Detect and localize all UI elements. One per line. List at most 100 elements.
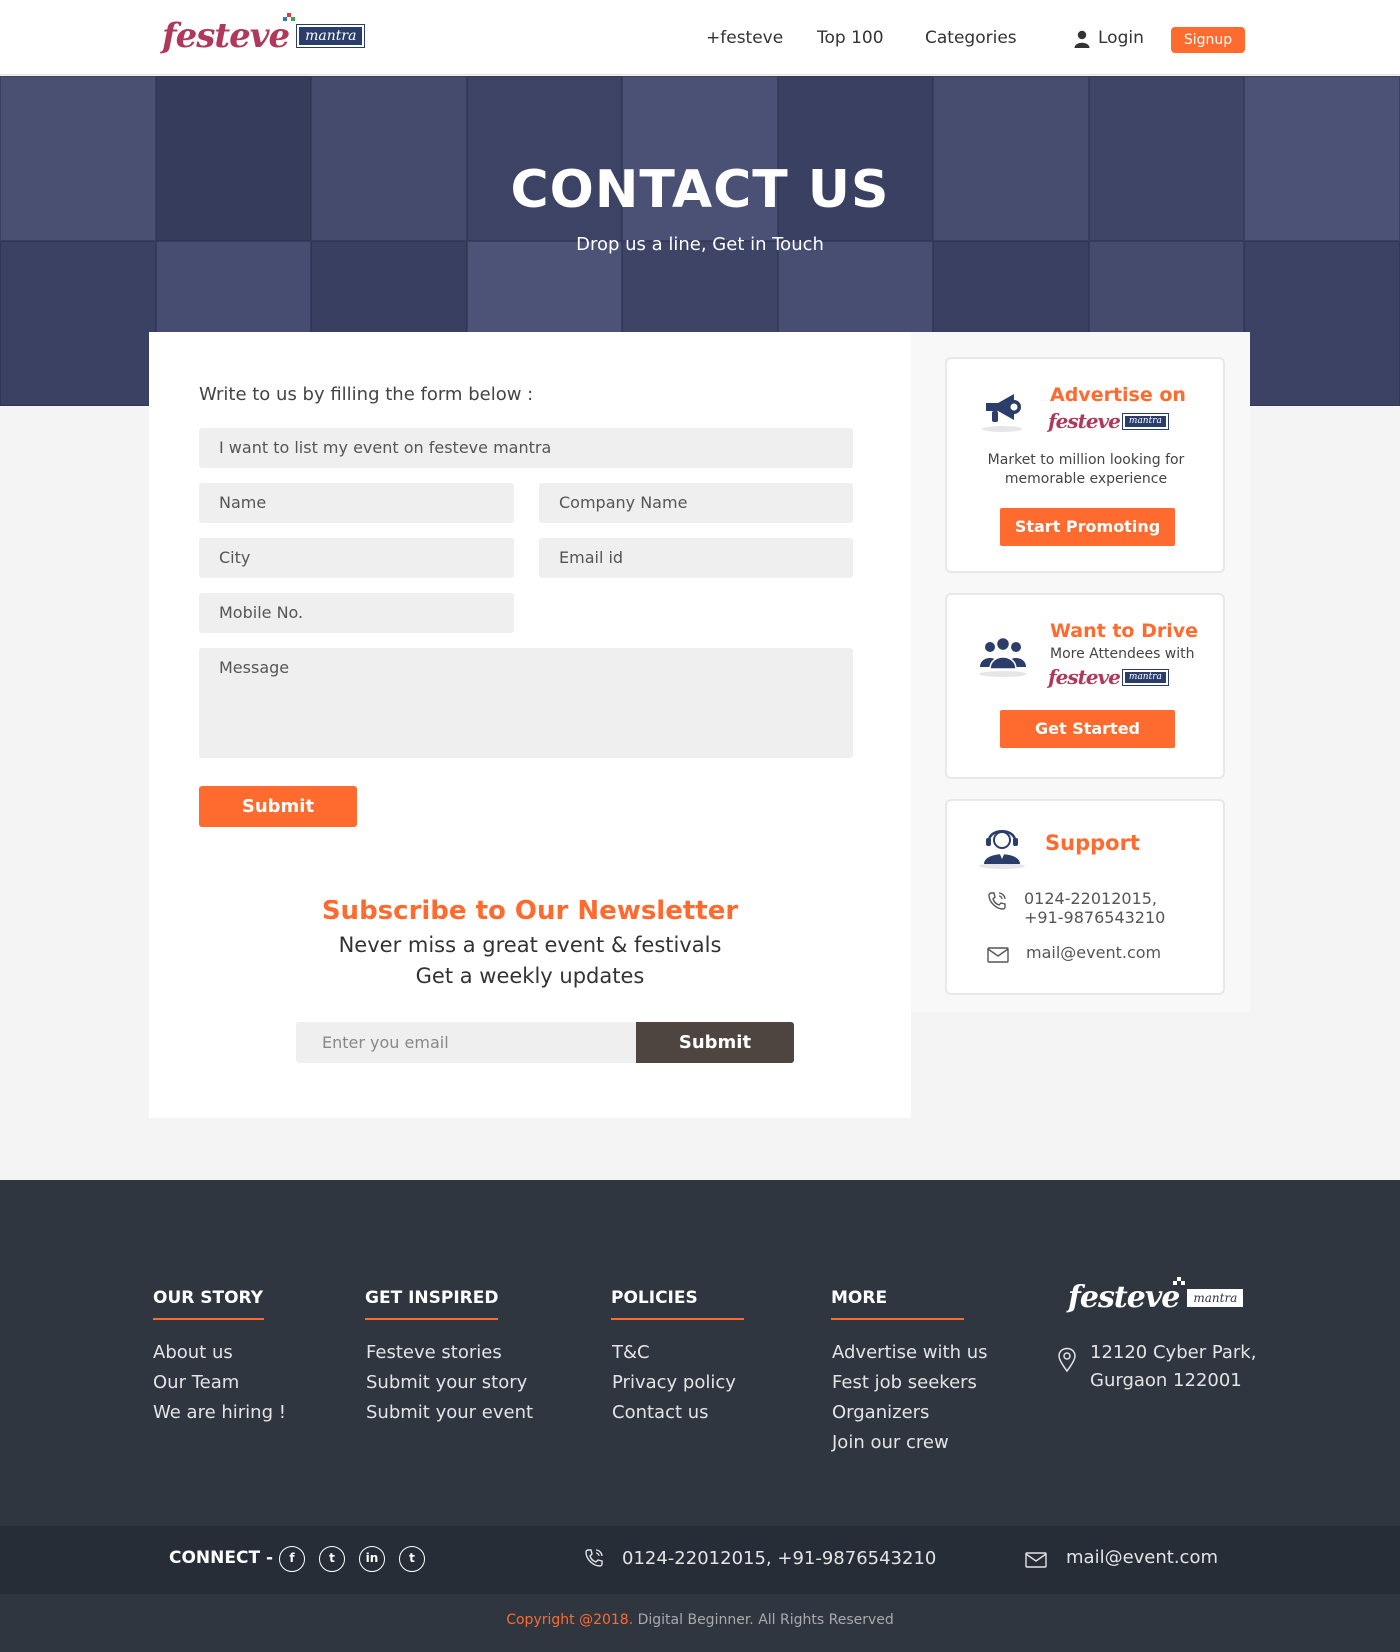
location-pin-icon bbox=[1058, 1347, 1076, 1373]
contact-form-card: Write to us by filling the form below : … bbox=[149, 332, 911, 1118]
drive-title: Want to Drive bbox=[1050, 620, 1199, 642]
drive-attendees-card: Want to Drive More Attendees with festev… bbox=[945, 593, 1225, 779]
form-submit-button[interactable]: Submit bbox=[199, 786, 357, 827]
name-field[interactable]: Name bbox=[199, 483, 514, 523]
copyright-year: Copyright @2018. bbox=[506, 1612, 634, 1628]
form-intro: Write to us by filling the form below : bbox=[199, 384, 534, 405]
advertise-title: Advertise on bbox=[1050, 384, 1186, 406]
support-title: Support bbox=[1045, 831, 1140, 855]
email-field[interactable]: Email id bbox=[539, 538, 853, 578]
company-field[interactable]: Company Name bbox=[539, 483, 853, 523]
footer-email[interactable]: mail@event.com bbox=[1066, 1547, 1218, 1568]
get-started-button[interactable]: Get Started bbox=[1000, 710, 1175, 748]
footer-link-privacy[interactable]: Privacy policy bbox=[612, 1372, 736, 1393]
newsletter-line-2: Get a weekly updates bbox=[415, 964, 645, 988]
megaphone-icon bbox=[982, 394, 1022, 432]
site-logo[interactable]: festeve mantra bbox=[162, 13, 366, 56]
footer-link-our-team[interactable]: Our Team bbox=[153, 1372, 239, 1393]
advertise-logo-badge: mantra bbox=[1121, 412, 1169, 430]
copyright-text: Copyright @2018. Digital Beginner. All R… bbox=[0, 1612, 1400, 1628]
footer-phone[interactable]: 0124-22012015, +91-9876543210 bbox=[622, 1548, 936, 1569]
advertise-card: Advertise on festeve mantra Market to mi… bbox=[945, 357, 1225, 573]
support-email[interactable]: mail@event.com bbox=[1026, 943, 1161, 962]
footer-link-hiring[interactable]: We are hiring ! bbox=[153, 1402, 286, 1423]
logo-dots-icon bbox=[283, 13, 297, 21]
footer-logo[interactable]: festeve mantra bbox=[1068, 1277, 1244, 1315]
start-promoting-button[interactable]: Start Promoting bbox=[1000, 508, 1175, 546]
support-card: Support 0124-22012015, +91-9876543210 ma… bbox=[945, 799, 1225, 995]
nav-categories[interactable]: Categories bbox=[925, 28, 1017, 48]
nav-festeve[interactable]: +festeve bbox=[706, 28, 783, 48]
phone-icon bbox=[988, 892, 1006, 910]
footer-heading-get-inspired: GET INSPIRED bbox=[365, 1288, 499, 1308]
logo-word: festeve bbox=[162, 16, 290, 56]
topic-field[interactable]: I want to list my event on festeve mantr… bbox=[199, 428, 853, 468]
twitter-icon[interactable]: t bbox=[319, 1546, 345, 1572]
city-field-placeholder: City bbox=[219, 548, 251, 567]
login-link[interactable]: Login bbox=[1098, 28, 1144, 48]
connect-label: CONNECT - bbox=[169, 1548, 274, 1568]
footer-link-job-seekers[interactable]: Fest job seekers bbox=[832, 1372, 977, 1393]
footer-link-advertise[interactable]: Advertise with us bbox=[832, 1342, 987, 1363]
footer-link-festeve-stories[interactable]: Festeve stories bbox=[366, 1342, 502, 1363]
signup-button[interactable]: Signup bbox=[1171, 27, 1245, 53]
nav-top-100[interactable]: Top 100 bbox=[817, 28, 884, 48]
company-field-placeholder: Company Name bbox=[559, 493, 688, 512]
footer-heading-policies: POLICIES bbox=[611, 1288, 698, 1308]
footer-heading-more: MORE bbox=[831, 1288, 888, 1308]
page-title: CONTACT US bbox=[510, 160, 890, 220]
footer-logo-word: festeve bbox=[1068, 1280, 1180, 1315]
newsletter-email-placeholder: Enter you email bbox=[322, 1033, 449, 1052]
drive-text: More Attendees with bbox=[1050, 646, 1195, 662]
city-field[interactable]: City bbox=[199, 538, 514, 578]
footer-address-line-2: Gurgaon 122001 bbox=[1090, 1370, 1242, 1391]
footer-underline bbox=[831, 1318, 964, 1320]
message-field[interactable]: Message bbox=[199, 648, 853, 758]
sidebar: Advertise on festeve mantra Market to mi… bbox=[911, 332, 1250, 1012]
user-icon bbox=[1074, 30, 1090, 48]
footer-heading-our-story: OUR STORY bbox=[153, 1288, 264, 1308]
topic-field-value: I want to list my event on festeve mantr… bbox=[219, 438, 552, 457]
logo-badge: mantra bbox=[296, 24, 366, 48]
facebook-icon[interactable]: f bbox=[279, 1546, 305, 1572]
copyright-bar: Copyright @2018. Digital Beginner. All R… bbox=[0, 1594, 1400, 1652]
support-agent-icon bbox=[979, 830, 1025, 869]
site-header: festeve mantra +festeve Top 100 Categori… bbox=[0, 0, 1400, 75]
mail-icon bbox=[1025, 1552, 1047, 1568]
mobile-field[interactable]: Mobile No. bbox=[199, 593, 514, 633]
phone-icon bbox=[585, 1549, 603, 1567]
linkedin-icon[interactable]: in bbox=[359, 1546, 385, 1572]
mobile-field-placeholder: Mobile No. bbox=[219, 603, 304, 622]
advertise-text: Market to million looking for memorable … bbox=[987, 452, 1185, 487]
support-phone-1[interactable]: 0124-22012015, bbox=[1024, 889, 1157, 908]
footer-link-contact[interactable]: Contact us bbox=[612, 1402, 709, 1423]
newsletter-submit-button[interactable]: Submit bbox=[636, 1022, 794, 1063]
mail-icon bbox=[987, 947, 1009, 963]
logo-dots-icon bbox=[1173, 1277, 1187, 1285]
drive-logo-badge: mantra bbox=[1121, 668, 1169, 686]
footer-link-tc[interactable]: T&C bbox=[612, 1342, 650, 1363]
footer-link-join-crew[interactable]: Join our crew bbox=[832, 1432, 949, 1453]
newsletter-line-1: Never miss a great event & festivals bbox=[338, 933, 722, 957]
copyright-owner: Digital Beginner. All Rights Reserved bbox=[637, 1612, 894, 1628]
email-field-placeholder: Email id bbox=[559, 548, 624, 567]
footer-link-organizers[interactable]: Organizers bbox=[832, 1402, 929, 1423]
support-phone-2[interactable]: +91-9876543210 bbox=[1024, 908, 1165, 927]
footer-link-about-us[interactable]: About us bbox=[153, 1342, 233, 1363]
name-field-placeholder: Name bbox=[219, 493, 267, 512]
advertise-logo: festeve mantra bbox=[1048, 409, 1169, 433]
footer-address-line-1: 12120 Cyber Park, bbox=[1090, 1342, 1257, 1363]
group-icon bbox=[979, 636, 1027, 677]
footer-logo-badge: mantra bbox=[1187, 1288, 1244, 1307]
drive-logo: festeve mantra bbox=[1048, 665, 1169, 689]
footer-link-submit-event[interactable]: Submit your event bbox=[366, 1402, 533, 1423]
newsletter-email-input[interactable]: Enter you email bbox=[296, 1022, 636, 1063]
drive-logo-word: festeve bbox=[1048, 665, 1121, 689]
footer-link-submit-story[interactable]: Submit your story bbox=[366, 1372, 527, 1393]
footer-underline bbox=[153, 1318, 264, 1320]
footer-underline bbox=[611, 1318, 744, 1320]
twitter-icon[interactable]: t bbox=[399, 1546, 425, 1572]
message-field-placeholder: Message bbox=[219, 658, 290, 677]
page-subtitle: Drop us a line, Get in Touch bbox=[576, 234, 824, 255]
newsletter-title: Subscribe to Our Newsletter bbox=[321, 896, 739, 926]
